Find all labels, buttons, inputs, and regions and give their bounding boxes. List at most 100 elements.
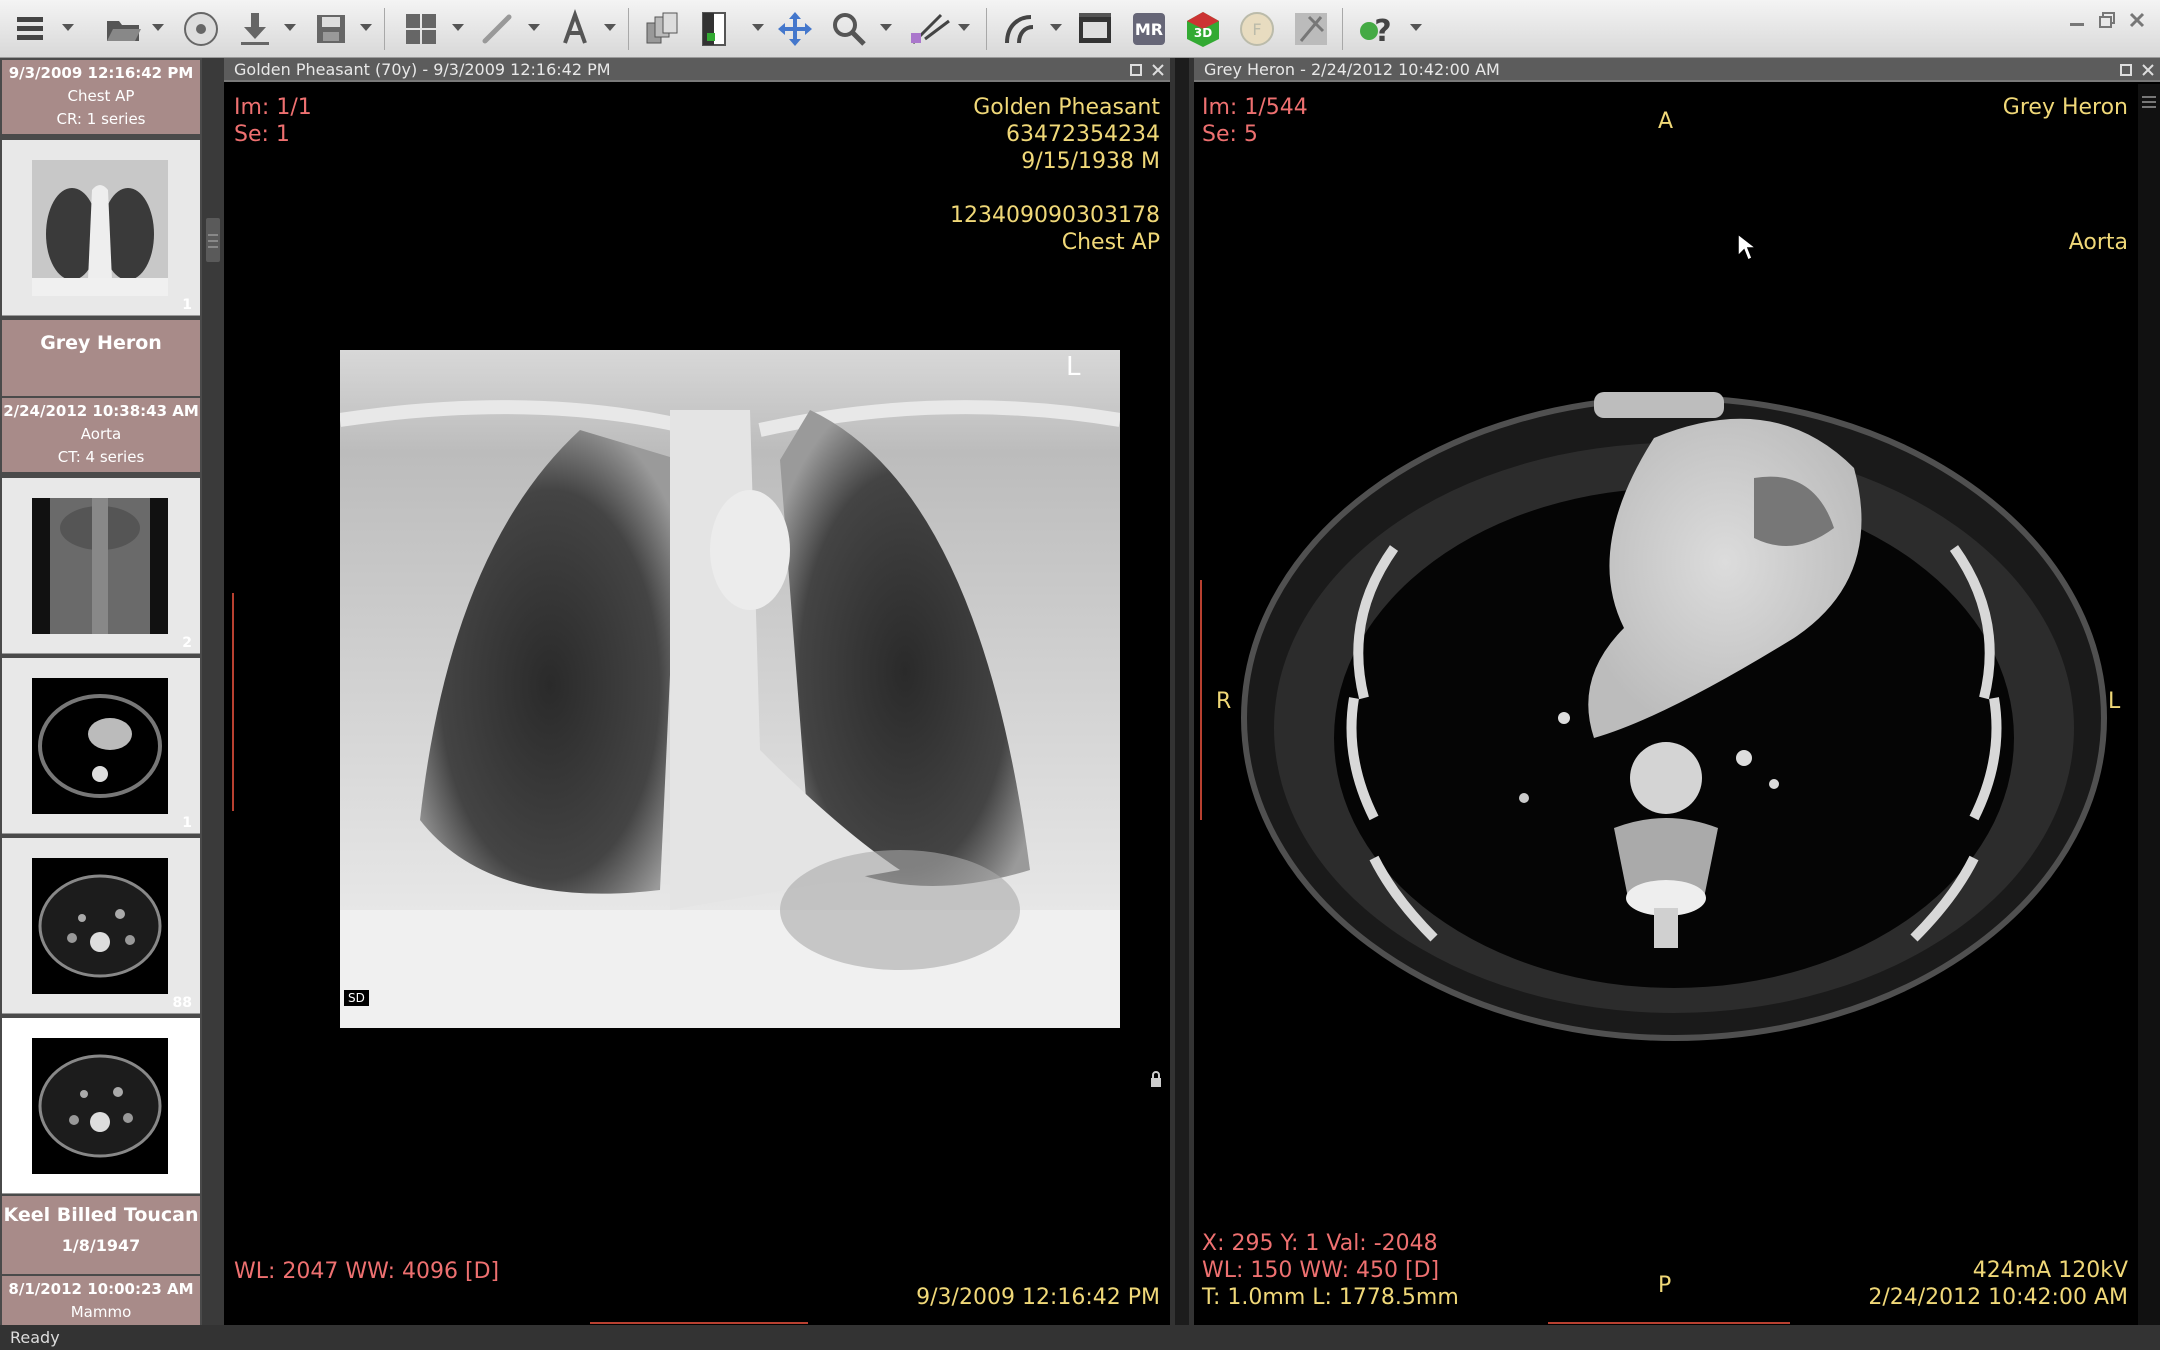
patient-name: Golden Pheasant	[973, 95, 1160, 120]
pan-icon[interactable]	[772, 6, 818, 52]
probe-icon[interactable]	[916, 6, 962, 52]
viewport-title-text: Grey Heron - 2/24/2012 10:42:00 AM	[1204, 60, 1500, 79]
study-header[interactable]: 8/1/2012 10:00:23 AM Mammo	[2, 1276, 200, 1325]
close-icon[interactable]	[2140, 62, 2156, 78]
maximize-icon[interactable]	[1128, 62, 1144, 78]
chevron-down-icon[interactable]	[880, 24, 892, 31]
patient-name: Grey Heron	[2002, 95, 2128, 120]
patient-header[interactable]: Grey Heron	[2, 320, 200, 396]
study-modality: CR: 1 series	[56, 110, 146, 128]
thumbnail-image	[32, 678, 168, 814]
scrollbar-thumb[interactable]	[206, 218, 220, 262]
toolbar-separator	[628, 8, 629, 50]
cd-icon[interactable]	[178, 6, 224, 52]
maximize-icon[interactable]	[2118, 62, 2134, 78]
svg-text:?: ?	[1374, 14, 1391, 49]
minimize-icon[interactable]	[2064, 8, 2090, 32]
main-toolbar: MR 3D F ?	[0, 0, 2160, 58]
series-thumbnail[interactable]: 2	[2, 478, 200, 654]
accession-number: 123409090303178	[950, 203, 1160, 228]
series-thumbnail[interactable]: 1	[2, 140, 200, 316]
chevron-down-icon[interactable]	[360, 24, 372, 31]
cine-icon[interactable]	[1072, 6, 1118, 52]
window-level-icon[interactable]	[694, 6, 740, 52]
laterality-marker: L	[1066, 352, 1081, 382]
mouse-cursor-icon	[1736, 232, 1759, 262]
series-thumbnail-selected[interactable]: 544	[2, 1018, 200, 1194]
chevron-down-icon[interactable]	[1410, 24, 1422, 31]
viewport-left[interactable]: Golden Pheasant (70y) - 9/3/2009 12:16:4…	[224, 58, 1170, 1325]
chevron-down-icon[interactable]	[528, 24, 540, 31]
viewport-scrollbar[interactable]	[2138, 84, 2160, 1325]
orientation-anterior: A	[1658, 109, 1674, 134]
thumbnail-image	[32, 160, 168, 296]
volume-3d-icon[interactable]: 3D	[1180, 6, 1226, 52]
image-count: 1	[182, 297, 192, 313]
study-date: 2/24/2012 10:38:43 AM	[3, 402, 199, 420]
scroll-grip-icon	[2142, 96, 2156, 98]
thumbnail-image	[32, 498, 168, 634]
save-icon[interactable]	[308, 6, 354, 52]
lock-icon[interactable]	[1150, 1070, 1162, 1088]
series-thumbnail[interactable]: 88	[2, 838, 200, 1014]
chevron-down-icon[interactable]	[958, 24, 970, 31]
study-datetime: 2/24/2012 10:42:00 AM	[1868, 1285, 2128, 1310]
chevron-down-icon[interactable]	[62, 24, 74, 31]
close-icon[interactable]	[1150, 62, 1166, 78]
open-folder-icon[interactable]	[100, 6, 146, 52]
thumbnail-image	[32, 858, 168, 994]
orientation-posterior: P	[1658, 1273, 1672, 1298]
study-description: Aorta	[2068, 230, 2128, 255]
stack-icon[interactable]	[640, 6, 686, 52]
chevron-down-icon[interactable]	[452, 24, 464, 31]
chevron-down-icon[interactable]	[152, 24, 164, 31]
series-number: Se: 1	[234, 122, 290, 147]
zoom-icon[interactable]	[826, 6, 872, 52]
scale-ruler-horizontal	[590, 1314, 808, 1324]
menu-icon[interactable]	[8, 6, 54, 52]
window-level: WL: 2047 WW: 4096 [D]	[234, 1259, 500, 1284]
study-header[interactable]: 2/24/2012 10:38:43 AM Aorta CT: 4 series	[2, 398, 200, 472]
toolbar-separator	[1342, 8, 1343, 50]
patient-dob-sex: 9/15/1938 M	[1021, 149, 1160, 174]
series-number: Se: 5	[1202, 122, 1258, 147]
status-bar: Ready	[0, 1325, 2160, 1350]
series-thumbnail[interactable]: 1	[2, 658, 200, 834]
scale-ruler-horizontal	[1548, 1314, 1790, 1324]
chevron-down-icon[interactable]	[284, 24, 296, 31]
status-text: Ready	[10, 1328, 60, 1347]
image-count: 1	[182, 815, 192, 831]
image-index: Im: 1/1	[234, 95, 312, 120]
close-icon[interactable]	[2124, 8, 2150, 32]
viewport-right[interactable]: Grey Heron - 2/24/2012 10:42:00 AM Im: 1…	[1194, 58, 2160, 1325]
study-description: Mammo	[70, 1303, 132, 1321]
viewport-title-text: Golden Pheasant (70y) - 9/3/2009 12:16:4…	[234, 60, 611, 79]
image-index: Im: 1/544	[1202, 95, 1308, 120]
thumbnail-image	[32, 1038, 168, 1174]
chevron-down-icon[interactable]	[604, 24, 616, 31]
chevron-down-icon[interactable]	[752, 24, 764, 31]
study-header[interactable]: 9/3/2009 12:16:42 PM Chest AP CR: 1 seri…	[2, 60, 200, 134]
patient-header[interactable]: Keel Billed Toucan 1/8/1947	[2, 1196, 200, 1274]
restore-icon[interactable]	[2094, 8, 2120, 32]
link-icon[interactable]	[474, 6, 520, 52]
tube-settings: 424mA 120kV	[1972, 1258, 2128, 1283]
mpr-icon[interactable]: MR	[1126, 6, 1172, 52]
scale-ruler-vertical	[1200, 580, 1210, 820]
slice-thickness-location: T: 1.0mm L: 1778.5mm	[1202, 1285, 1459, 1310]
patient-dob: 1/8/1947	[61, 1236, 141, 1255]
scale-ruler-vertical	[232, 593, 242, 811]
pixel-value-readout: X: 295 Y: 1 Val: -2048	[1202, 1231, 1438, 1256]
fusion-icon[interactable]: F	[1234, 6, 1280, 52]
study-description: Aorta	[80, 425, 122, 443]
tools-icon[interactable]	[996, 6, 1042, 52]
chevron-down-icon[interactable]	[1050, 24, 1062, 31]
study-modality: CT: 4 series	[57, 448, 145, 466]
sd-marker: SD	[344, 990, 369, 1006]
text-annotation-icon[interactable]	[552, 6, 598, 52]
viewport-title: Golden Pheasant (70y) - 9/3/2009 12:16:4…	[224, 58, 1170, 82]
download-icon[interactable]	[232, 6, 278, 52]
reset-icon[interactable]	[1288, 6, 1334, 52]
help-icon[interactable]: ?	[1354, 6, 1400, 52]
layout-grid-icon[interactable]	[398, 6, 444, 52]
